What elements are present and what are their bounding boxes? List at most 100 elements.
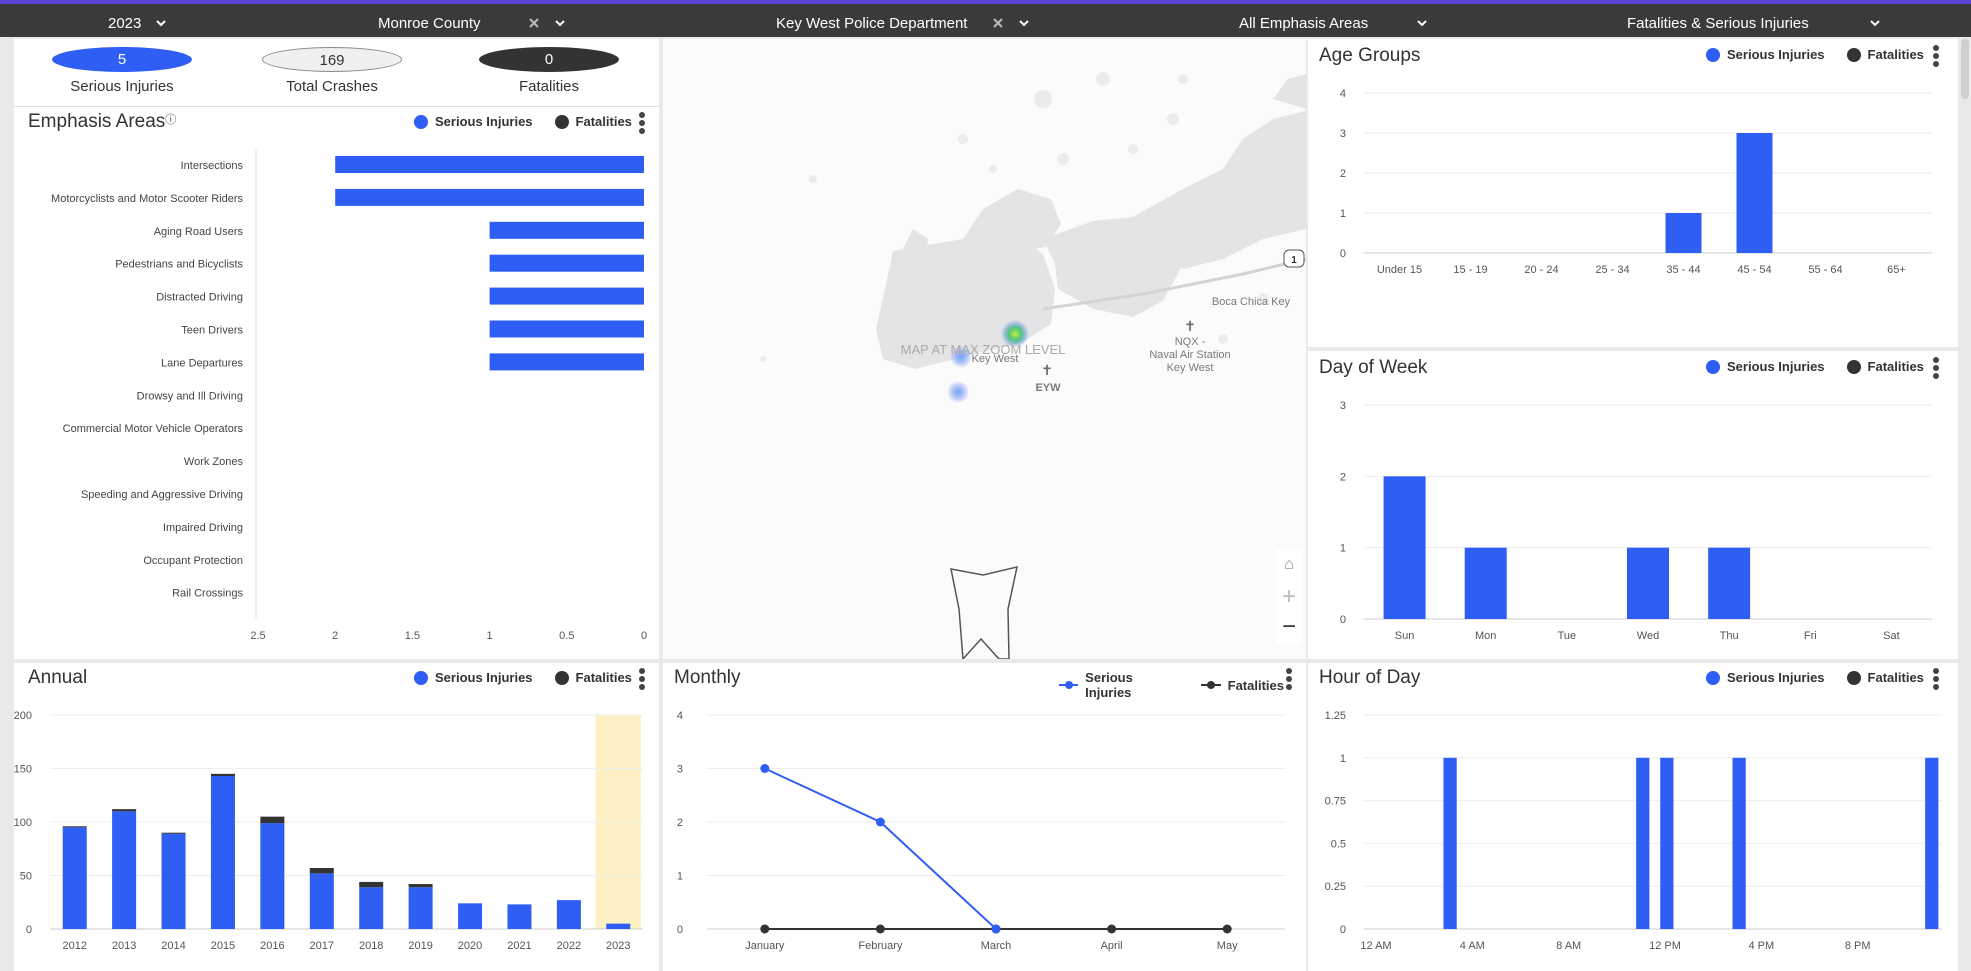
hour-legend: Serious Injuries Fatalities [1706, 670, 1946, 685]
point-fatal [875, 924, 885, 934]
kpi-serious-label: Serious Injuries [70, 78, 174, 95]
annual-legend: Serious Injuries Fatalities [414, 670, 654, 685]
bar-fatal [359, 881, 384, 888]
scrollbar[interactable] [1961, 39, 1969, 99]
x-tick-label: 2017 [310, 940, 334, 952]
kebab-menu-icon[interactable] [1932, 668, 1940, 690]
chevron-down-icon[interactable] [1416, 17, 1428, 29]
kpi-fatal-value: 0 [479, 47, 619, 72]
map-canvas[interactable]: MAP AT MAX ZOOM LEVEL Key West EYW ✝ ✝ N… [663, 39, 1306, 659]
map-panel[interactable]: MAP AT MAX ZOOM LEVEL Key West EYW ✝ ✝ N… [663, 39, 1306, 659]
hour-title: Hour of Day [1319, 667, 1421, 688]
info-icon[interactable]: ⓘ [165, 114, 176, 126]
category-label: Lane Departures [161, 357, 243, 369]
chevron-down-icon[interactable] [1869, 17, 1881, 29]
zoom-out-button[interactable]: − [1276, 613, 1302, 645]
x-tick-label: 2013 [112, 940, 136, 952]
y-tick-label: 3 [1340, 400, 1346, 412]
y-tick-label: 4 [1340, 88, 1346, 100]
close-icon[interactable] [992, 17, 1004, 29]
county-filter[interactable]: Monroe County [378, 12, 566, 34]
legend-fatal[interactable]: Fatalities [554, 670, 632, 685]
x-tick-label: Fri [1804, 630, 1817, 642]
legend-fatal-label: Fatalities [1867, 47, 1924, 62]
x-tick-label: 4 PM [1748, 940, 1774, 952]
legend-serious[interactable]: Serious Injuries [414, 114, 533, 129]
kpi-fatalities[interactable]: 0 Fatalities [479, 47, 619, 95]
map-label-nqx: NQX - [1175, 336, 1206, 348]
x-tick-label: 2016 [260, 940, 284, 952]
x-tick-label: Sun [1395, 630, 1415, 642]
hour-chart: 0 0.25 0.5 0.75 1 1.25 12 AM 4 AM 8 AM 12 PM 4 PM 8… [1325, 710, 1942, 952]
bar-serious [1732, 757, 1746, 929]
chevron-down-icon[interactable] [155, 17, 167, 29]
legend-serious[interactable]: Serious Injuries [1706, 359, 1825, 374]
chevron-down-icon[interactable] [1018, 17, 1030, 29]
bar-serious [1464, 547, 1507, 619]
bar-fatal [309, 868, 334, 874]
legend-fatal[interactable]: Fatalities [1846, 47, 1924, 62]
legend-fatal[interactable]: Fatalities [1846, 670, 1924, 685]
x-tick-label: February [858, 940, 903, 952]
y-tick-label: 200 [14, 710, 32, 722]
kpi-total-label: Total Crashes [286, 78, 378, 95]
x-tick-label: 2 [332, 630, 338, 642]
kebab-menu-icon[interactable] [1285, 668, 1293, 690]
x-tick-label: 0 [641, 630, 647, 642]
y-tick-label: 0.25 [1325, 881, 1346, 893]
bar-serious [408, 887, 433, 929]
x-tick-label: 0.5 [559, 630, 574, 642]
x-tick-label: January [745, 940, 785, 952]
x-tick-label: 2012 [62, 940, 86, 952]
category-label: Teen Drivers [181, 325, 243, 337]
legend-fatal[interactable]: Fatalities [1200, 678, 1284, 693]
legend-fatal[interactable]: Fatalities [554, 114, 632, 129]
legend-serious[interactable]: Serious Injuries [1706, 670, 1825, 685]
bar-fatal [62, 826, 87, 828]
emphasis-legend: Serious Injuries Fatalities [414, 114, 654, 129]
monthly-legend: Serious Injuries Fatalities [1059, 670, 1306, 700]
y-tick-label: 1 [1340, 208, 1346, 220]
kebab-menu-icon[interactable] [638, 112, 646, 134]
category-label: Motorcyclists and Motor Scooter Riders [51, 193, 243, 205]
emphasis-panel: 5 Serious Injuries 169 Total Crashes 0 F… [14, 39, 659, 659]
x-tick-label: 65+ [1887, 264, 1906, 276]
x-tick-label: 2023 [606, 940, 630, 952]
legend-fatal[interactable]: Fatalities [1846, 359, 1924, 374]
legend-dot-icon [1846, 670, 1861, 685]
legend-serious[interactable]: Serious Injuries [1706, 47, 1825, 62]
dow-legend: Serious Injuries Fatalities [1706, 359, 1946, 374]
kebab-menu-icon[interactable] [1932, 45, 1940, 67]
year-filter[interactable]: 2023 [108, 12, 167, 34]
legend-line-icon [1059, 681, 1079, 689]
chevron-down-icon[interactable] [554, 17, 566, 29]
bar-serious [606, 923, 631, 929]
close-icon[interactable] [528, 17, 540, 29]
annual-title: Annual [28, 667, 88, 688]
dow-chart: 0 1 2 3 Sun Mon Tue Wed Thu Fri Sat [1340, 400, 1932, 642]
y-tick-label: 2 [677, 817, 683, 829]
y-tick-label: 0 [677, 924, 683, 936]
kebab-menu-icon[interactable] [1932, 357, 1940, 379]
legend-serious[interactable]: Serious Injuries [1059, 670, 1179, 700]
kpi-total-crashes[interactable]: 169 Total Crashes [262, 47, 402, 95]
legend-serious[interactable]: Serious Injuries [414, 670, 533, 685]
emphasis-chart: Intersections Motorcyclists and Motor Sco… [51, 149, 647, 642]
legend-fatal-label: Fatalities [1867, 670, 1924, 685]
bar-fatal [210, 773, 235, 776]
zoom-in-button[interactable]: + [1276, 581, 1302, 613]
category-label: Intersections [181, 160, 244, 172]
y-tick-label: 0.75 [1325, 796, 1346, 808]
agency-filter[interactable]: Key West Police Department [776, 12, 1030, 34]
map-label-naval: Naval Air Station [1149, 349, 1230, 361]
x-tick-label: 35 - 44 [1666, 264, 1700, 276]
kpi-serious-injuries[interactable]: 5 Serious Injuries [52, 47, 192, 95]
emphasis-filter[interactable]: All Emphasis Areas [1239, 12, 1428, 34]
y-tick-label: 2 [1340, 471, 1346, 483]
map-label-eyw: EYW [1035, 382, 1061, 394]
point-fatal [760, 924, 770, 934]
filter-bar: 2023 Monroe County Key West Police Depar… [0, 0, 1971, 37]
severity-filter[interactable]: Fatalities & Serious Injuries [1627, 12, 1881, 34]
florida-icon[interactable]: ⌂ [1276, 549, 1302, 581]
kebab-menu-icon[interactable] [638, 668, 646, 690]
